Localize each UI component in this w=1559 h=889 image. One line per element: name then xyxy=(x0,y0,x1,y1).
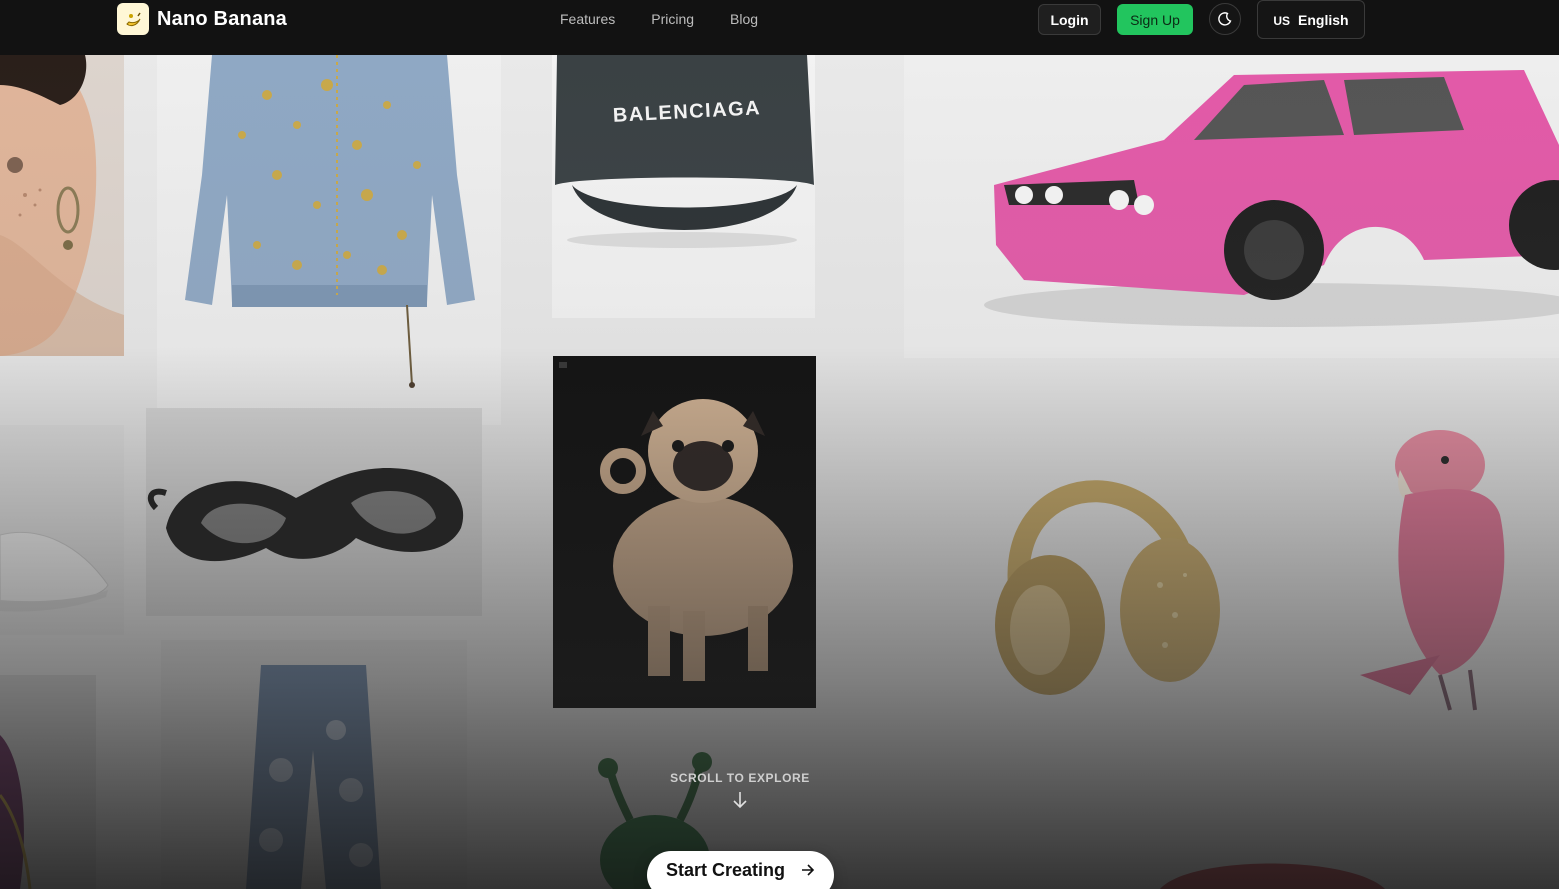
start-creating-label: Start Creating xyxy=(665,859,786,880)
flower-jeans xyxy=(161,640,467,889)
red-object xyxy=(1150,845,1390,889)
scroll-hint: SCROLL TO EXPLORE xyxy=(640,771,840,813)
signup-button[interactable]: Sign Up xyxy=(1117,4,1193,35)
scroll-hint-text: SCROLL TO EXPLORE xyxy=(670,771,810,785)
nav-link-blog[interactable]: Blog xyxy=(730,11,758,27)
banana-icon xyxy=(117,3,149,35)
brand-name: Nano Banana xyxy=(157,7,288,30)
language-label: English xyxy=(1298,11,1349,28)
gold-jeweled-headphones xyxy=(960,415,1240,735)
pink-bmw-car xyxy=(904,55,1559,358)
balenciaga-cap: BALENCIAGA xyxy=(552,55,815,318)
start-creating-button[interactable]: Start Creating xyxy=(647,851,834,889)
pug-dog xyxy=(553,356,816,708)
arrow-right-icon xyxy=(801,861,815,880)
nav-link-features[interactable]: Features xyxy=(560,11,615,27)
arrow-down-icon xyxy=(732,791,748,813)
login-button[interactable]: Login xyxy=(1038,4,1101,35)
black-sculpted-sunglasses xyxy=(146,408,482,616)
nav-link-pricing[interactable]: Pricing xyxy=(651,11,694,27)
moon-icon xyxy=(1218,12,1232,26)
brand-home-link[interactable]: Nano Banana xyxy=(117,3,287,35)
freckled-woman-portrait xyxy=(0,55,124,356)
main-nav: Features Pricing Blog xyxy=(560,11,758,27)
pink-parrot xyxy=(1300,425,1550,735)
us-flag-icon: US xyxy=(1273,14,1291,28)
embellished-denim-jacket xyxy=(157,55,501,425)
white-sneaker xyxy=(0,425,124,635)
hero-gallery: BALENCIAGA xyxy=(0,55,1559,889)
top-navbar: Nano Banana Features Pricing Blog Login … xyxy=(0,0,1559,55)
theme-toggle-button[interactable] xyxy=(1209,3,1241,35)
purple-bag xyxy=(0,675,96,889)
language-selector[interactable]: US English xyxy=(1257,0,1365,39)
